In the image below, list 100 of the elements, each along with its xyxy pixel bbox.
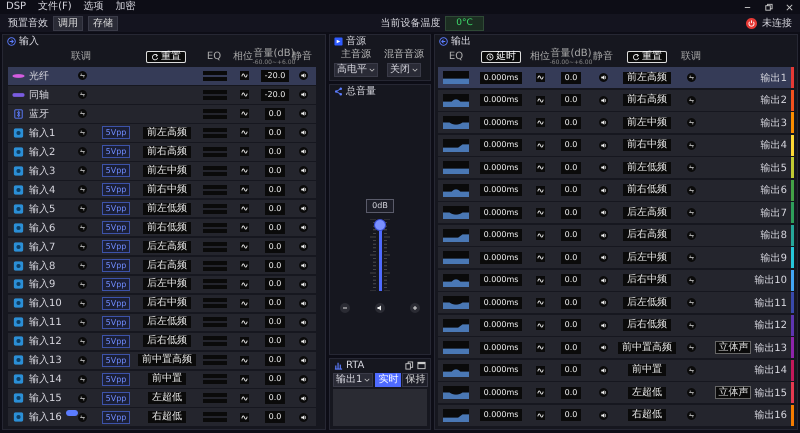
volume-value[interactable]: 0.0 <box>264 108 286 120</box>
phase-icon[interactable] <box>240 71 248 80</box>
sensitivity-button[interactable]: 5Vpp <box>102 126 130 140</box>
sensitivity-button[interactable]: 5Vpp <box>102 221 130 234</box>
channel-select[interactable]: 右超低 <box>148 411 186 424</box>
volume-value[interactable]: 0.0 <box>264 392 286 404</box>
speaker-icon[interactable] <box>298 336 308 346</box>
volume-value[interactable]: 0.0 <box>264 184 286 196</box>
delay-value[interactable]: 0.000ms <box>480 162 522 174</box>
volume-value[interactable]: 0.0 <box>264 164 286 177</box>
phase-icon[interactable] <box>240 147 248 156</box>
delay-value[interactable]: 0.000ms <box>480 342 522 354</box>
input-row[interactable]: 输入8 5Vpp 后右高频 0.0 <box>8 256 316 274</box>
channel-select[interactable]: 左超低 <box>148 392 186 404</box>
channel-select[interactable]: 前左高频 <box>143 126 191 139</box>
speaker-icon[interactable] <box>598 410 608 420</box>
channel-select[interactable]: 后左高频 <box>143 240 191 253</box>
channel-select[interactable]: 前左高频 <box>623 72 671 84</box>
input-row[interactable]: 输入6 5Vpp 前右低频 0.0 <box>8 218 316 236</box>
eq-curve-icon[interactable] <box>442 228 470 242</box>
speaker-icon[interactable] <box>298 394 308 403</box>
output-row[interactable]: 0.000ms 0.0 前中置高频 立体声 输出13 <box>438 337 794 358</box>
speaker-icon[interactable] <box>598 343 608 352</box>
eq-curve-icon[interactable] <box>442 161 470 174</box>
input-row[interactable]: 输入13 5Vpp 前中置高频 0.0 <box>8 352 316 370</box>
delay-value[interactable]: 0.000ms <box>480 72 522 84</box>
speaker-icon[interactable] <box>598 388 608 398</box>
eq-curve-icon[interactable] <box>442 94 470 107</box>
menu-item[interactable]: 选项 <box>84 1 104 13</box>
output-row[interactable]: 0.000ms 0.0 前左中频 输出3 <box>438 112 794 134</box>
volume-value[interactable]: 0.0 <box>560 342 582 354</box>
channel-select[interactable]: 前中置高频 <box>618 342 676 354</box>
eq-curve-icon[interactable] <box>442 71 470 84</box>
input-row[interactable]: 输入10 5Vpp 后右中频 0.0 <box>8 294 316 312</box>
delay-value[interactable]: 0.000ms <box>480 364 522 376</box>
phase-icon[interactable] <box>536 230 544 240</box>
restore-icon[interactable] <box>764 2 773 12</box>
channel-select[interactable]: 后左低频 <box>143 316 191 328</box>
phase-icon[interactable] <box>536 73 544 82</box>
menu-item[interactable]: 加密 <box>116 1 136 13</box>
phase-icon[interactable] <box>240 128 248 138</box>
eq-curve-icon[interactable] <box>442 274 470 287</box>
sensitivity-button[interactable]: 5Vpp <box>102 372 130 386</box>
output-row[interactable]: 0.000ms 0.0 前右中频 输出4 <box>438 134 794 156</box>
input-row[interactable]: 输入4 5Vpp 前右中频 0.0 <box>8 180 316 198</box>
phase-icon[interactable] <box>536 343 544 352</box>
eq-curve-icon[interactable] <box>442 116 470 130</box>
volume-value[interactable]: -20.0 <box>260 88 290 101</box>
sensitivity-button[interactable]: 5Vpp <box>102 354 130 367</box>
eq-curve-icon[interactable] <box>442 138 470 152</box>
channel-select[interactable]: 右超低 <box>628 409 666 422</box>
phase-icon[interactable] <box>240 109 248 118</box>
plus-icon[interactable] <box>410 302 420 312</box>
phase-icon[interactable] <box>536 253 544 262</box>
delay-value[interactable]: 0.000ms <box>480 229 522 242</box>
delay-value[interactable]: 0.000ms <box>480 274 522 286</box>
phase-icon[interactable] <box>240 90 248 100</box>
eq-curve-icon[interactable] <box>442 206 470 220</box>
phase-icon[interactable] <box>536 118 544 128</box>
input-row[interactable]: 输入12 5Vpp 后右低频 0.0 <box>8 332 316 350</box>
output-row[interactable]: 0.000ms 0.0 后左高频 输出7 <box>438 202 794 224</box>
sensitivity-button[interactable]: 5Vpp <box>102 164 130 178</box>
output-row[interactable]: 0.000ms 0.0 后右中频 输出10 <box>438 270 794 291</box>
input-row[interactable]: 同轴 -20.0 <box>8 86 316 104</box>
speaker-icon[interactable] <box>598 230 608 240</box>
delay-value[interactable]: 0.000ms <box>480 252 522 264</box>
reset-button[interactable]: 重置 <box>627 51 667 63</box>
channel-select[interactable]: 后左低频 <box>623 296 671 309</box>
channel-select[interactable]: 后左中频 <box>143 278 191 290</box>
volume-value[interactable]: 0.0 <box>560 364 582 376</box>
output-row[interactable]: 0.000ms 0.0 左超低 立体声 输出15 <box>438 382 794 404</box>
minus-icon[interactable] <box>340 302 350 312</box>
delay-value[interactable]: 0.000ms <box>480 184 522 196</box>
input-row[interactable]: 输入3 5Vpp 前左中频 0.0 <box>8 162 316 180</box>
channel-select[interactable]: 后左高频 <box>623 206 671 219</box>
phase-icon[interactable] <box>240 166 248 176</box>
phase-icon[interactable] <box>240 280 248 289</box>
delay-value[interactable]: 0.000ms <box>480 386 522 399</box>
phase-icon[interactable] <box>536 276 544 285</box>
phase-icon[interactable] <box>240 394 248 403</box>
output-row[interactable]: 0.000ms 0.0 前中置 输出14 <box>438 360 794 381</box>
volume-value[interactable]: 0.0 <box>264 222 286 234</box>
channel-select[interactable]: 后右高频 <box>623 229 671 242</box>
sensitivity-button[interactable]: 5Vpp <box>102 392 130 405</box>
output-row[interactable]: 0.000ms 0.0 右超低 输出16 <box>438 404 794 426</box>
phase-icon[interactable] <box>240 261 248 270</box>
mode-tab[interactable]: 实时 <box>375 373 402 387</box>
speaker-icon[interactable] <box>598 140 608 150</box>
delay-value[interactable]: 0.000ms <box>480 296 522 309</box>
volume-value[interactable]: 0.0 <box>560 229 582 242</box>
window-icon[interactable] <box>417 360 426 370</box>
speaker-icon[interactable] <box>298 356 308 365</box>
channel-select[interactable]: 前左中频 <box>623 116 671 129</box>
input-row[interactable]: 光纤 -20.0 <box>8 67 316 85</box>
speaker-icon[interactable] <box>598 276 608 285</box>
input-row[interactable]: 输入9 5Vpp 后左中频 0.0 <box>8 276 316 294</box>
channel-select[interactable]: 前右高频 <box>623 94 671 106</box>
speaker-icon[interactable] <box>298 71 308 80</box>
phase-icon[interactable] <box>536 208 544 218</box>
phase-icon[interactable] <box>536 140 544 150</box>
